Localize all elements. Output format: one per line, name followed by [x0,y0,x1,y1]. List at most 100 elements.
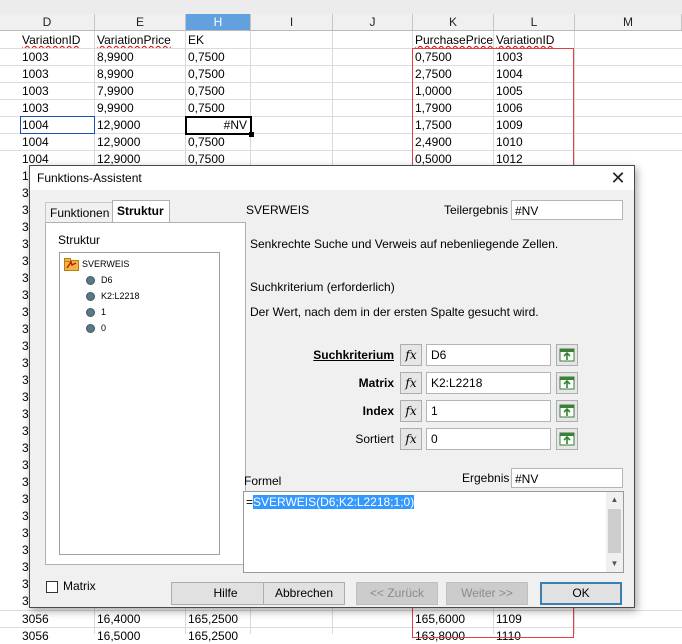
scroll-down-icon[interactable]: ▼ [606,556,623,572]
fx-button[interactable]: fx [400,400,422,422]
matrix-checkbox[interactable] [46,581,58,593]
partial-result-label: Teilergebnis [444,203,509,217]
cell-e[interactable]: 9,9900 [95,100,186,116]
column-header-h[interactable]: H [186,14,251,31]
tab-funktionen[interactable]: Funktionen [45,202,113,222]
formula-label: Formel [244,474,282,488]
cell-d[interactable]: 1003 [20,49,94,65]
column-header-d[interactable]: D [0,14,95,31]
node-bullet-icon [86,308,95,318]
cell-d[interactable]: 1003 [20,66,94,82]
fx-icon: fx [405,404,417,418]
shrink-icon [559,348,575,362]
arg-label-index: Index [362,404,394,418]
cell-h[interactable]: 0,7500 [186,83,250,99]
toolbar-strip [0,0,682,15]
reference-highlight-d6 [20,116,95,134]
tree-node[interactable]: 0 [86,320,106,336]
cell-h[interactable]: 0,7500 [186,100,250,116]
shrink-icon [559,376,575,390]
cell-e[interactable]: 12,9000 [95,117,186,133]
matrix-checkbox-label[interactable]: Matrix [63,579,96,593]
close-icon[interactable]: ✕ [608,168,628,188]
structure-tree[interactable]: SVERWEIS D6 K2:L2218 1 0 [59,252,220,555]
cell-e[interactable]: 8,9900 [95,66,186,82]
fx-icon: fx [405,432,417,446]
column-header-l[interactable]: L [494,14,575,31]
shrink-icon [559,404,575,418]
node-bullet-icon [86,292,95,302]
cell-h[interactable]: 165,2500 [186,628,250,644]
tree-node-label: K2:L2218 [101,291,140,301]
function-name: SVERWEIS [246,203,310,217]
column-header-i[interactable]: I [251,14,333,31]
cell-h[interactable]: 0,7500 [186,66,250,82]
cell-e[interactable]: 7,9900 [95,83,186,99]
tree-node[interactable]: D6 [86,272,113,288]
shrink-button[interactable] [556,372,578,394]
result-label: Ergebnis [462,471,510,485]
arg-label-suchkriterium: Suchkriterium [313,348,394,362]
fx-button[interactable]: fx [400,344,422,366]
shrink-button[interactable] [556,400,578,422]
fill-handle[interactable] [249,132,254,137]
cell-e[interactable]: 8,9900 [95,49,186,65]
cell-e[interactable]: 12,9000 [95,134,186,150]
cell-d[interactable]: 1003 [20,83,94,99]
cell-e[interactable]: 16,5000 [95,628,186,644]
function-description: Senkrechte Suche und Verweis auf nebenli… [250,237,559,251]
tree-node-root[interactable]: SVERWEIS [64,256,129,272]
tree-node[interactable]: K2:L2218 [86,288,140,304]
cell-k1[interactable]: PurchasePrice [413,32,494,48]
cell-d[interactable]: 3056 [20,611,94,627]
cancel-button[interactable]: Abbrechen [263,582,345,605]
formula-scrollbar[interactable]: ▲ ▼ [606,492,623,572]
column-header-j[interactable]: J [333,14,413,31]
structure-label: Struktur [58,233,101,247]
formula-editor[interactable]: =SVERWEIS(D6;K2:L2218;1;0) ▲ ▼ [243,491,624,573]
cell-e1[interactable]: VariationPrice [95,32,186,48]
active-cell-cursor[interactable] [185,116,254,137]
fx-button[interactable]: fx [400,372,422,394]
parameter-description: Der Wert, nach dem in der ersten Spalte … [250,305,539,319]
arg-input-index[interactable]: 1 [426,400,551,422]
cell-d[interactable]: 1004 [20,134,94,150]
arg-input-matrix[interactable]: K2:L2218 [426,372,551,394]
tab-struktur[interactable]: Struktur [112,200,170,223]
dialog-title: Funktions-Assistent [37,171,142,185]
fx-button[interactable]: fx [400,428,422,450]
structure-panel: Struktur SVERWEIS D6 K2:L2218 1 0 [45,222,246,565]
tree-root-label: SVERWEIS [82,259,130,269]
next-button[interactable]: Weiter >> [446,582,528,605]
column-header-k[interactable]: K [413,14,494,31]
cell-l1[interactable]: VariationID [494,32,574,48]
scroll-up-icon[interactable]: ▲ [606,492,623,508]
shrink-button[interactable] [556,428,578,450]
cell-d1[interactable]: VariationID [20,32,94,48]
ok-button[interactable]: OK [540,582,622,605]
arg-input-sortiert[interactable]: 0 [426,428,551,450]
column-header-e[interactable]: E [95,14,186,31]
cell-d[interactable]: 3056 [20,628,94,644]
shrink-button[interactable] [556,344,578,366]
column-header-m[interactable]: M [575,14,682,31]
cell-e[interactable]: 16,4000 [95,611,186,627]
tree-node-label: 1 [101,307,107,317]
cell-h[interactable]: 165,2500 [186,611,250,627]
tree-node-label: D6 [101,275,113,285]
node-bullet-icon [86,276,95,286]
dialog-titlebar[interactable]: Funktions-Assistent ✕ [30,166,634,190]
cell-h1[interactable]: EK [186,32,250,48]
fx-icon: fx [405,376,417,390]
cell-d[interactable]: 1003 [20,100,94,116]
partial-result-value: #NV [511,200,623,220]
cell-h[interactable]: 0,7500 [186,49,250,65]
tree-node[interactable]: 1 [86,304,106,320]
back-button[interactable]: << Zurück [356,582,438,605]
scroll-thumb[interactable] [608,509,621,553]
formula-text[interactable]: =SVERWEIS(D6;K2:L2218;1;0) [246,495,415,509]
cell-h[interactable]: 0,7500 [186,134,250,150]
arg-input-suchkriterium[interactable]: D6 [426,344,551,366]
parameter-title: Suchkriterium (erforderlich) [250,280,395,294]
result-value: #NV [511,468,623,488]
